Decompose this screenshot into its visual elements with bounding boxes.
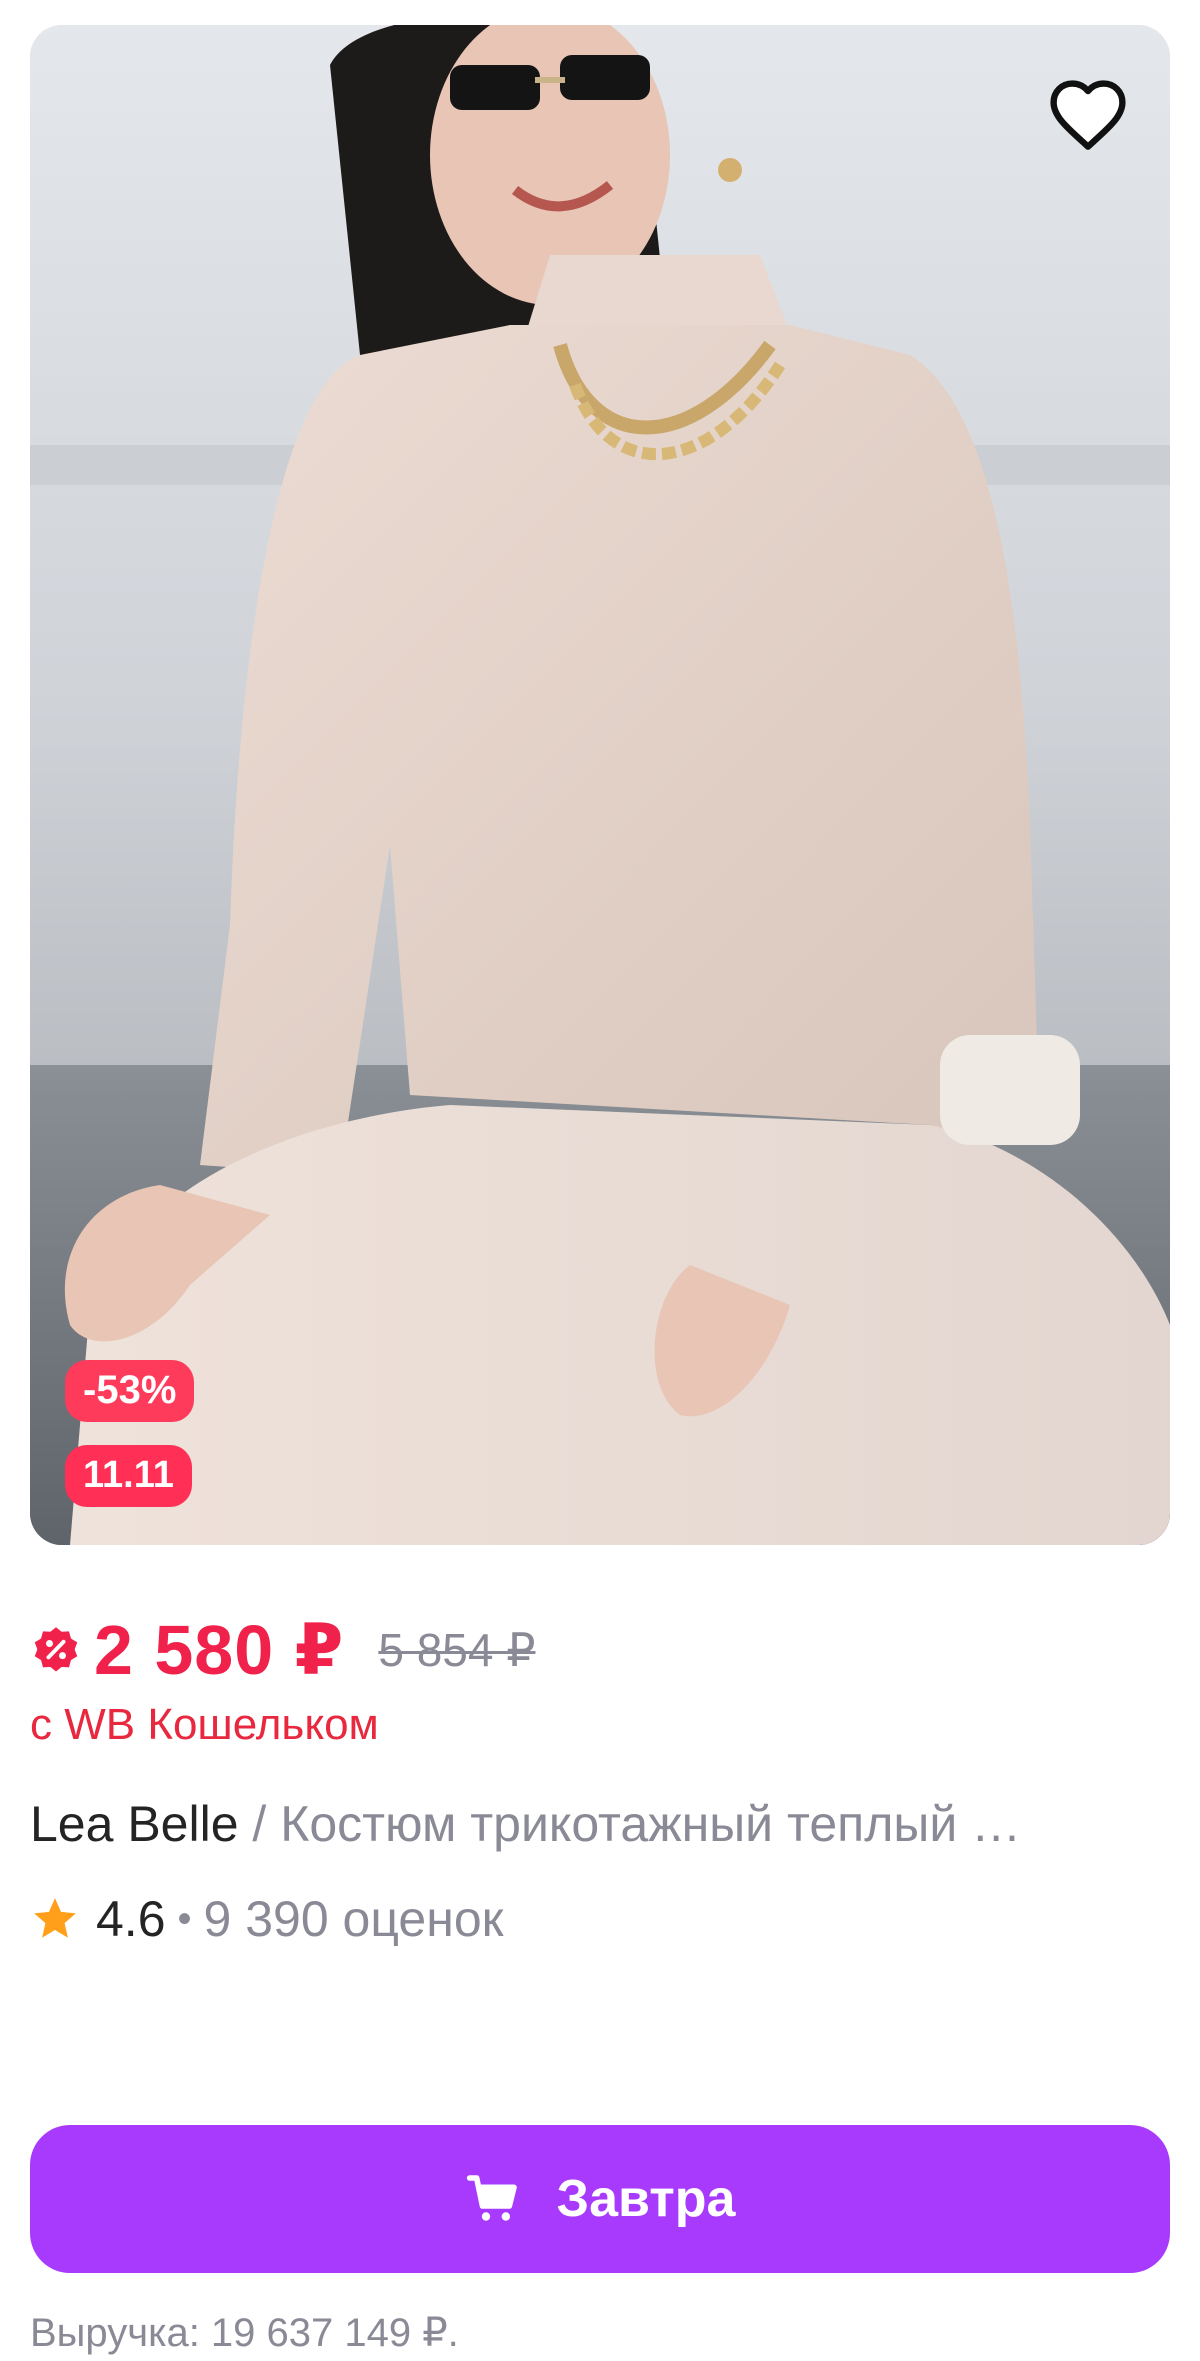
brand-name: Lea Belle (30, 1796, 239, 1852)
favorite-button[interactable] (1038, 63, 1138, 163)
product-photo-illustration (30, 25, 1170, 1545)
discount-badge-icon (34, 1627, 78, 1672)
price-row: 2 580 ₽ 5 854 ₽ (30, 1610, 536, 1690)
star-icon (34, 1898, 76, 1938)
rating-dot: • (177, 1896, 192, 1941)
promo-badge: 11.11 (65, 1445, 192, 1507)
product-title[interactable]: Lea Belle / Костюм трикотажный теплый … (30, 1795, 1170, 1853)
rating-value: 4.6 (96, 1891, 166, 1947)
product-card[interactable]: -53% 11.11 2 580 ₽ 5 854 ₽ с WB Кошелько… (0, 0, 1200, 2361)
delivery-button-label: Завтра (556, 2170, 736, 2228)
rating-row: 4.6 • 9 390 оценок (30, 1890, 504, 1948)
delivery-button[interactable]: Завтра (30, 2125, 1170, 2273)
discount-badge: -53% (65, 1360, 195, 1422)
revenue-text: Выручка: 19 637 149 ₽. (30, 2311, 459, 2355)
current-price: 2 580 ₽ (94, 1611, 345, 1689)
product-name: Костюм трикотажный теплый … (280, 1796, 1022, 1852)
rating-count: 9 390 оценок (203, 1891, 504, 1947)
wallet-note: с WB Кошельком (30, 1700, 379, 1749)
heart-outline-icon (1050, 80, 1126, 150)
old-price: 5 854 ₽ (378, 1624, 536, 1676)
product-image[interactable]: -53% 11.11 (30, 25, 1170, 1545)
cart-icon (466, 2175, 517, 2221)
title-separator: / (252, 1796, 267, 1852)
